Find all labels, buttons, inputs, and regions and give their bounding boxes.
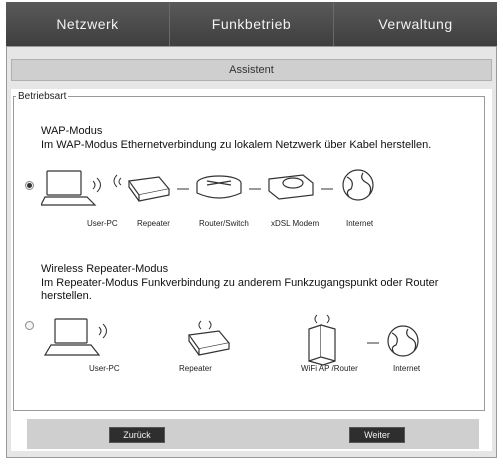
laptop-icon bbox=[43, 318, 101, 356]
wifi-router-icon bbox=[308, 324, 336, 366]
wap-device-label: Internet bbox=[346, 219, 374, 228]
wap-device-label: xDSL Modem bbox=[271, 219, 320, 228]
wireless-signal-icon bbox=[314, 314, 330, 324]
wap-mode-radio[interactable] bbox=[25, 181, 34, 190]
globe-icon bbox=[342, 169, 374, 201]
wap-topology-diagram bbox=[41, 169, 374, 206]
tab-verwaltung[interactable]: Verwaltung bbox=[334, 2, 497, 46]
repeater-icon bbox=[187, 330, 231, 356]
wireless-signal-icon bbox=[92, 174, 122, 193]
router-switch-icon bbox=[196, 175, 242, 199]
dsl-modem-icon bbox=[268, 174, 314, 200]
wap-mode-title: WAP-Modus bbox=[41, 125, 103, 137]
tab-funkbetrieb[interactable]: Funkbetrieb bbox=[170, 2, 334, 46]
globe-icon bbox=[387, 325, 419, 357]
repeater-mode-description: Im Repeater-Modus Funkverbindung zu ande… bbox=[41, 277, 439, 302]
wireless-signal-icon bbox=[98, 323, 107, 339]
repeater-device-label: Internet bbox=[393, 364, 421, 373]
operating-mode-legend: Betriebsart bbox=[18, 91, 67, 102]
assistant-header: Assistent bbox=[11, 59, 492, 81]
repeater-device-label: Repeater bbox=[179, 364, 212, 373]
next-button[interactable]: Weiter bbox=[349, 427, 405, 443]
wap-mode-description: Im WAP-Modus Ethernetverbindung zu lokal… bbox=[41, 139, 432, 151]
repeater-device-label: User-PC bbox=[89, 364, 120, 373]
repeater-icon bbox=[127, 176, 171, 202]
wizard-button-bar: Zurück Weiter bbox=[27, 419, 479, 449]
repeater-mode-title: Wireless Repeater-Modus bbox=[41, 263, 169, 275]
wizard-panel: Betriebsart WAP-Modus Im WAP-Modus Ether… bbox=[11, 89, 492, 451]
wap-device-label: Repeater bbox=[137, 219, 170, 228]
wap-device-label: User-PC bbox=[87, 219, 118, 228]
wap-device-label: Router/Switch bbox=[199, 219, 249, 228]
laptop-icon bbox=[41, 170, 97, 206]
wireless-signal-icon bbox=[198, 320, 212, 330]
wizard-frame: Assistent Betriebsart WAP-Modus Im WAP-M… bbox=[6, 46, 497, 458]
tab-netzwerk[interactable]: Netzwerk bbox=[6, 2, 170, 46]
main-tab-bar: Netzwerk Funkbetrieb Verwaltung bbox=[6, 2, 497, 46]
back-button[interactable]: Zurück bbox=[109, 427, 165, 443]
repeater-device-label: WiFi AP /Router bbox=[301, 364, 358, 373]
repeater-mode-radio[interactable] bbox=[25, 321, 34, 330]
